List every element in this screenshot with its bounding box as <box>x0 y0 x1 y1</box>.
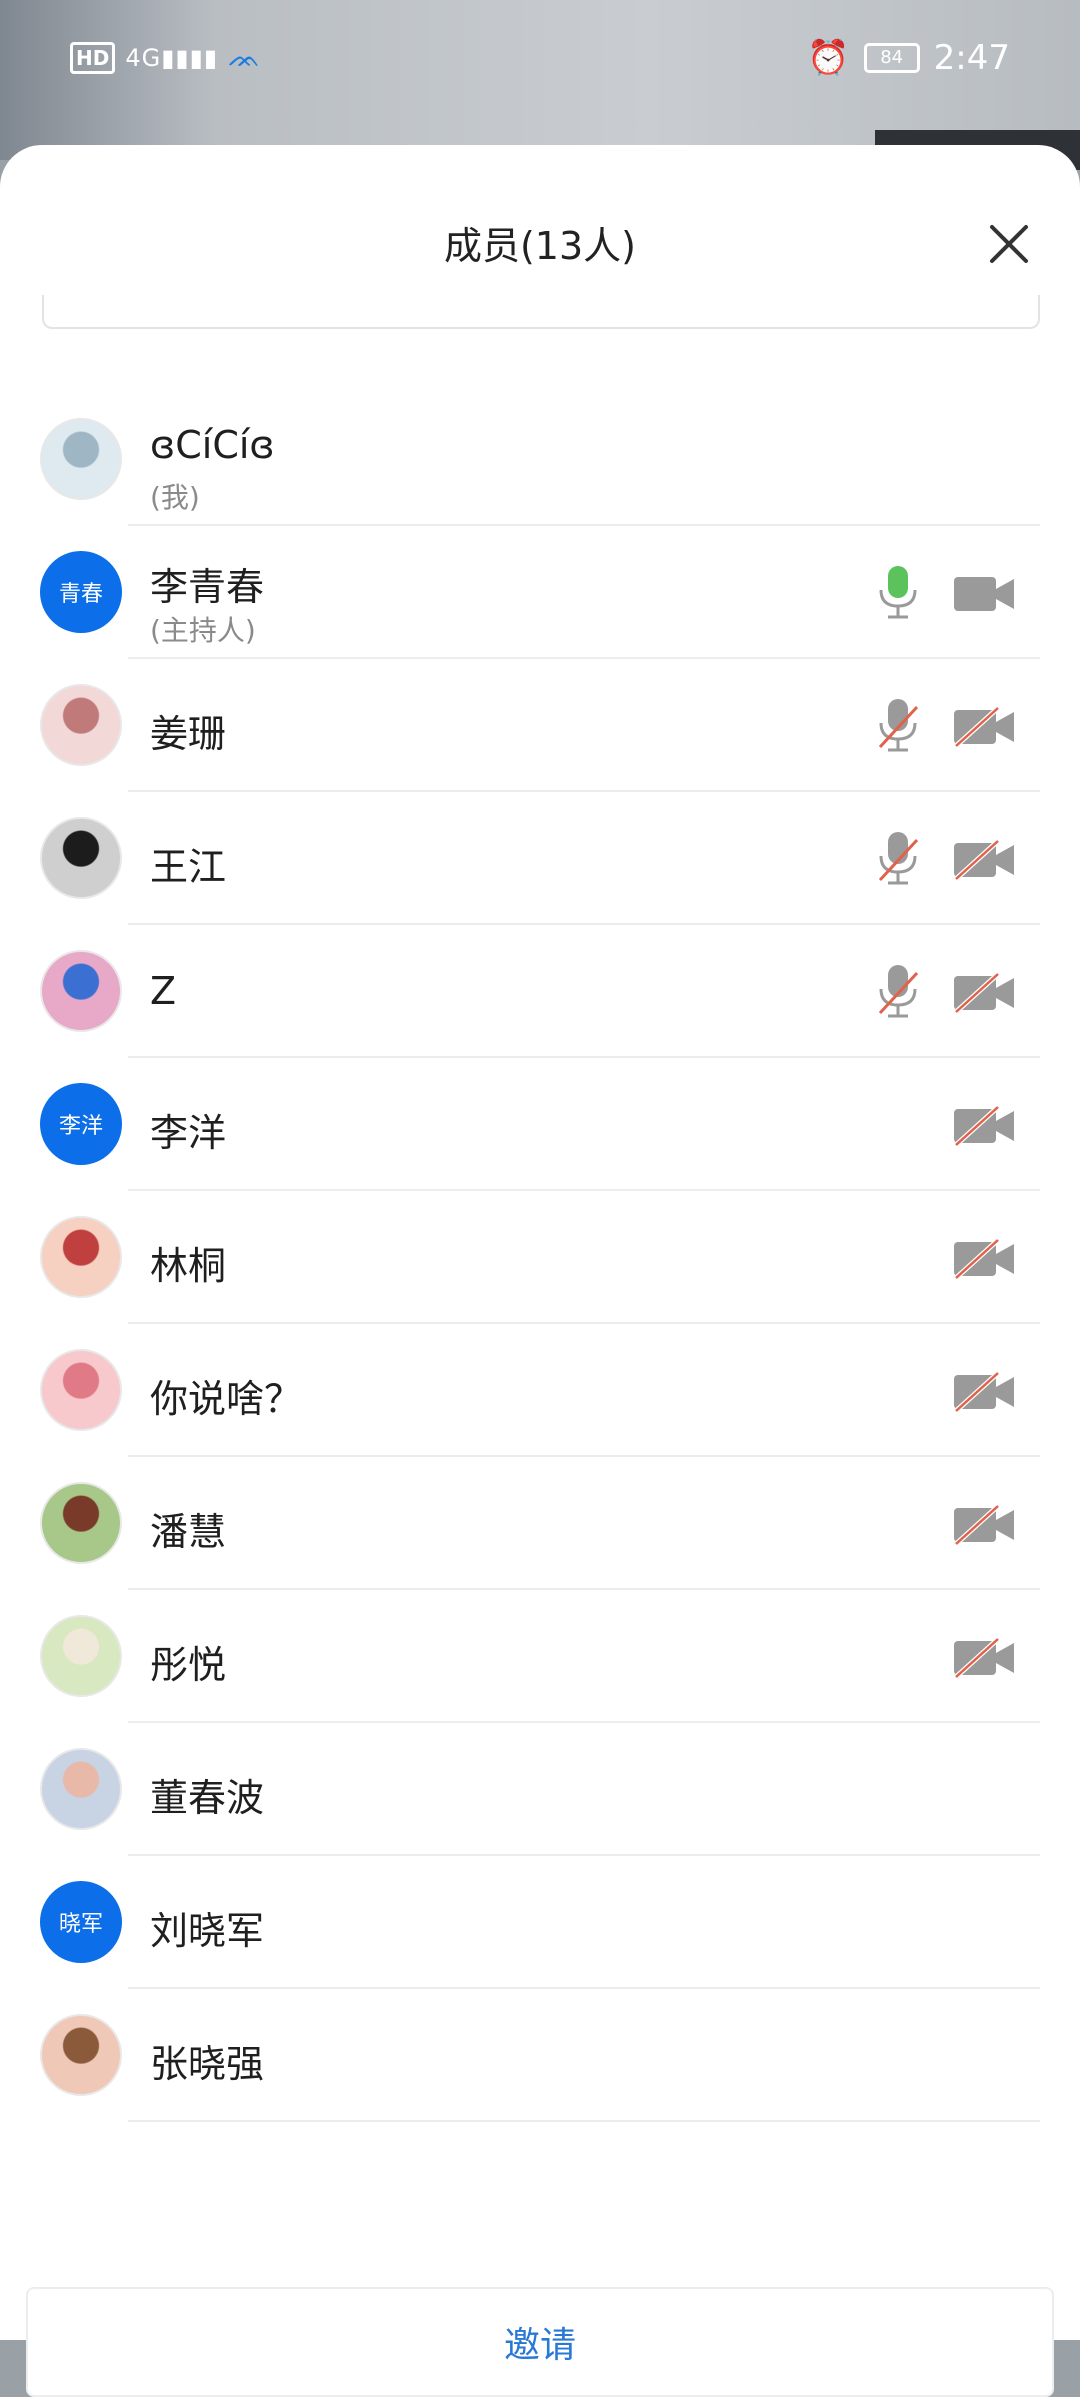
camera-off-icon[interactable] <box>952 1371 1016 1413</box>
member-row[interactable]: 林桐 <box>0 1191 1080 1324</box>
member-name: 刘晓军 <box>150 1909 265 1953</box>
status-bar: HD 4G▮▮▮▮ ᨏ ⏰ 84 2:47 <box>0 0 1080 120</box>
search-bar[interactable] <box>42 295 1040 329</box>
member-name: 林桐 <box>150 1244 227 1288</box>
member-role: (我) <box>150 481 200 514</box>
signal-icon: 4G▮▮▮▮ <box>125 44 219 72</box>
member-name: 张晓强 <box>150 2042 265 2086</box>
avatar-initials: 李洋 <box>58 1114 103 1139</box>
mic-muted-icon[interactable] <box>875 963 921 1021</box>
member-name: 潘慧 <box>150 1510 227 1554</box>
camera-off-icon[interactable] <box>952 1504 1016 1546</box>
mic-muted-icon[interactable] <box>875 697 921 755</box>
member-row[interactable]: 董春波 <box>0 1723 1080 1856</box>
avatar <box>40 950 122 1032</box>
member-row[interactable]: 晓军 刘晓军 <box>0 1856 1080 1989</box>
network-label: 4G <box>125 44 162 72</box>
member-row[interactable]: 李洋 李洋 <box>0 1058 1080 1191</box>
member-list: ɞCíCíɞ (我) 青春 李青春 (主持人) 姜珊 王江 Z 李洋 李洋 林桐 你说啥？… <box>0 393 1080 2122</box>
clock: 2:47 <box>933 38 1010 78</box>
member-name: 李青春 <box>150 565 265 609</box>
avatar: 青春 <box>40 551 122 633</box>
camera-on-icon[interactable] <box>952 573 1016 615</box>
member-name: 彤悦 <box>150 1643 227 1687</box>
app-status-icon: ᨏ <box>228 42 261 73</box>
battery-icon: 84 <box>863 43 920 73</box>
alarm-icon: ⏰ <box>807 38 850 78</box>
member-row[interactable]: 你说啥？ <box>0 1324 1080 1457</box>
members-sheet: 成员(13人) ɞCíCíɞ (我) 青春 李青春 (主持人) 姜珊 王江 Z 李洋 李洋… <box>0 145 1080 2397</box>
member-name: ɞCíCíɞ <box>150 423 275 467</box>
member-name: 姜珊 <box>150 712 227 756</box>
avatar <box>40 1615 122 1697</box>
member-name: 李洋 <box>150 1111 227 1155</box>
camera-off-icon[interactable] <box>952 1105 1016 1147</box>
mic-muted-icon[interactable] <box>875 830 921 888</box>
member-name: 你说啥？ <box>150 1377 303 1421</box>
camera-off-icon[interactable] <box>952 706 1016 748</box>
status-left: HD 4G▮▮▮▮ ᨏ <box>70 42 260 74</box>
member-name: 董春波 <box>150 1776 265 1820</box>
camera-off-icon[interactable] <box>952 972 1016 1014</box>
avatar <box>40 817 122 899</box>
member-row[interactable]: 潘慧 <box>0 1457 1080 1590</box>
avatar-initials: 晓军 <box>58 1912 103 1937</box>
member-name: 王江 <box>150 845 227 889</box>
divider <box>128 2120 1040 2122</box>
camera-off-icon[interactable] <box>952 1637 1016 1679</box>
avatar <box>40 2014 122 2096</box>
member-name: Z <box>150 969 177 1013</box>
sheet-title: 成员(13人) <box>443 224 636 268</box>
close-icon[interactable] <box>988 223 1030 265</box>
member-row[interactable]: 张晓强 <box>0 1989 1080 2122</box>
member-row[interactable]: Z <box>0 925 1080 1058</box>
avatar <box>40 1216 122 1298</box>
member-row[interactable]: 青春 李青春 (主持人) <box>0 526 1080 659</box>
avatar <box>40 1748 122 1830</box>
member-row[interactable]: 王江 <box>0 792 1080 925</box>
camera-off-icon[interactable] <box>952 839 1016 881</box>
avatar: 李洋 <box>40 1083 122 1165</box>
avatar <box>40 1482 122 1564</box>
mic-on-icon[interactable] <box>875 564 921 622</box>
member-row[interactable]: ɞCíCíɞ (我) <box>0 393 1080 526</box>
camera-off-icon[interactable] <box>952 1238 1016 1280</box>
member-role: (主持人) <box>150 614 256 647</box>
avatar <box>40 1349 122 1431</box>
avatar <box>40 418 122 500</box>
avatar-initials: 青春 <box>58 582 103 607</box>
hd-badge: HD <box>70 42 116 74</box>
avatar: 晓军 <box>40 1881 122 1963</box>
member-row[interactable]: 姜珊 <box>0 659 1080 792</box>
invite-button[interactable]: 邀请 <box>26 2287 1054 2397</box>
status-right: ⏰ 84 2:47 <box>807 38 1010 78</box>
avatar <box>40 684 122 766</box>
member-row[interactable]: 彤悦 <box>0 1590 1080 1723</box>
